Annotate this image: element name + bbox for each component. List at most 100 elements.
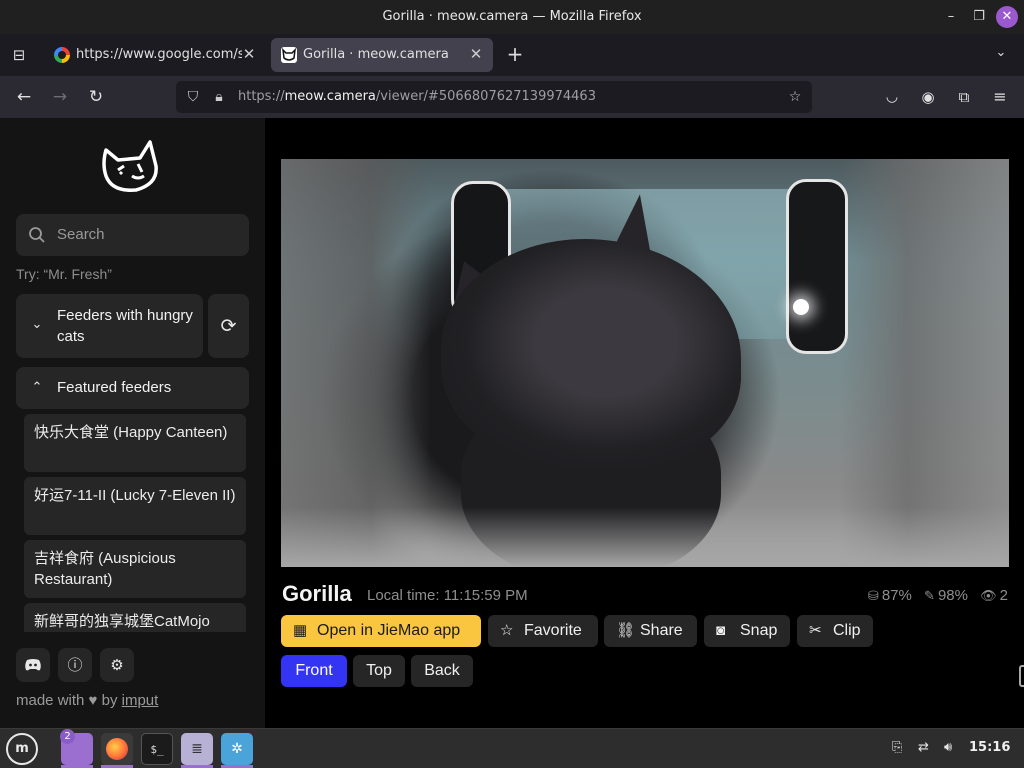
list-item[interactable]: 好运7-11-II (Lucky 7-Eleven II) bbox=[24, 477, 246, 535]
food-level-value: 87% bbox=[881, 587, 912, 604]
pocket-icon[interactable]: ◡ bbox=[881, 86, 903, 108]
snap-button[interactable]: ◙ Snap bbox=[704, 615, 790, 647]
star-icon: ☆ bbox=[500, 622, 514, 639]
favorite-label: Favorite bbox=[524, 622, 582, 639]
terminal-icon[interactable]: $_ bbox=[141, 733, 173, 765]
search-box[interactable]: Search bbox=[16, 214, 249, 256]
software-manager-icon[interactable]: ✲ bbox=[221, 733, 253, 765]
link-icon: ⛓ bbox=[616, 622, 636, 639]
view-back-button[interactable]: Back bbox=[411, 655, 473, 687]
search-placeholder[interactable]: Search bbox=[57, 226, 105, 243]
reload-icon[interactable]: ↻ bbox=[85, 86, 107, 108]
minimize-icon[interactable]: – bbox=[940, 6, 962, 28]
refresh-icon: ⟳ bbox=[220, 315, 237, 337]
imput-link[interactable]: imput bbox=[122, 692, 159, 709]
shield-icon[interactable]: ⛉ bbox=[184, 88, 202, 106]
battery-stat: ✎ 98% bbox=[924, 587, 968, 604]
camera-video-feed[interactable] bbox=[281, 159, 1009, 567]
tab-title: Gorilla · meow.camera bbox=[303, 47, 449, 62]
restore-icon[interactable]: ❐ bbox=[968, 6, 990, 28]
bookmark-star-icon[interactable]: ☆ bbox=[786, 88, 804, 106]
battery-icon: ✎ bbox=[924, 588, 935, 603]
tab-title: https://www.google.com/se bbox=[76, 47, 242, 62]
extensions-icon[interactable]: ⧉ bbox=[953, 86, 975, 108]
volume-tray-icon[interactable]: 🔊︎ bbox=[944, 740, 952, 755]
google-favicon-icon bbox=[54, 47, 70, 63]
navigation-bar: ← → ↻ ⛉ 🔒︎ https://meow.camera/viewer/#5… bbox=[0, 76, 1024, 118]
made-with-credit: made with ♥ by imput bbox=[16, 692, 158, 709]
camera-icon: ◙ bbox=[716, 622, 726, 639]
new-tab-icon[interactable]: + bbox=[504, 43, 526, 65]
url-text[interactable]: https://meow.camera/viewer/#506680762713… bbox=[238, 89, 596, 104]
network-tray-icon[interactable]: ⇄ bbox=[918, 740, 929, 755]
qr-code-icon: ▦ bbox=[293, 622, 308, 639]
forward-arrow-icon[interactable]: → bbox=[49, 86, 71, 108]
account-icon[interactable]: ◉ bbox=[917, 86, 939, 108]
share-button[interactable]: ⛓ Share bbox=[604, 615, 697, 647]
tab-list-icon[interactable]: ⊟ bbox=[10, 46, 28, 64]
close-tab-icon[interactable]: ✕ bbox=[467, 45, 485, 63]
share-label: Share bbox=[640, 622, 683, 639]
resize-handle[interactable] bbox=[1019, 665, 1024, 687]
chevron-down-icon[interactable]: ⌄ bbox=[992, 45, 1010, 63]
featured-feeders-label: Featured feeders bbox=[57, 379, 172, 396]
video-bowl-right bbox=[839, 159, 1009, 567]
lock-icon[interactable]: 🔒︎ bbox=[210, 88, 228, 106]
tab-google[interactable]: https://www.google.com/se ✕ bbox=[44, 38, 266, 72]
view-front-button[interactable]: Front bbox=[281, 655, 347, 687]
files-badge: 2 bbox=[60, 729, 75, 744]
favorite-button[interactable]: ☆ Favorite bbox=[488, 615, 598, 647]
close-tab-icon[interactable]: ✕ bbox=[240, 45, 258, 63]
hamburger-menu-icon[interactable]: ≡ bbox=[989, 86, 1011, 108]
screen: Gorilla · meow.camera — Mozilla Firefox … bbox=[0, 0, 1024, 768]
taskbar: m 2 $_ ≣ ✲ ⎘ ⇄ 🔊︎ 15:16 bbox=[0, 728, 1024, 768]
gear-icon[interactable]: ⚙ bbox=[100, 648, 134, 682]
url-bar[interactable]: ⛉ 🔒︎ https://meow.camera/viewer/#5066807… bbox=[176, 81, 812, 113]
viewers-value: 2 bbox=[999, 587, 1008, 604]
main-content: Gorilla Local time: 11:15:59 PM ⛁ 87% ✎ 98… bbox=[265, 118, 1024, 728]
url-path: /viewer/#5066807627139974463 bbox=[375, 89, 596, 104]
food-bag-icon: ⛁ bbox=[867, 588, 879, 603]
firefox-icon[interactable] bbox=[101, 733, 133, 765]
view-top-button[interactable]: Top bbox=[353, 655, 405, 687]
tab-bar: ⊟ https://www.google.com/se ✕ Gorilla · … bbox=[0, 34, 1024, 76]
tab-meow-camera[interactable]: Gorilla · meow.camera ✕ bbox=[271, 38, 493, 72]
clock[interactable]: 15:16 bbox=[969, 740, 1010, 755]
clipboard-tray-icon[interactable]: ⎘ bbox=[892, 740, 902, 755]
sidebar: Search Try: “Mr. Fresh” ⌄ Feeders with h… bbox=[0, 118, 265, 728]
video-light bbox=[793, 299, 809, 315]
made-with-text: made with bbox=[16, 692, 85, 709]
snap-label: Snap bbox=[740, 622, 778, 639]
viewers-stat: 👁︎ 2 bbox=[980, 587, 1008, 604]
clip-button[interactable]: ✂ Clip bbox=[797, 615, 873, 647]
hungry-feeders-accordion[interactable]: ⌄ Feeders with hungry cats bbox=[16, 294, 203, 358]
by-text: by bbox=[101, 692, 118, 709]
featured-feeders-accordion[interactable]: ⌃ Featured feeders bbox=[16, 367, 249, 409]
back-arrow-icon[interactable]: ← bbox=[13, 86, 35, 108]
local-time: Local time: 11:15:59 PM bbox=[367, 587, 528, 604]
search-hint: Try: “Mr. Fresh” bbox=[16, 266, 112, 282]
list-item[interactable]: 新鲜哥的独享城堡CatMojo bbox=[24, 603, 246, 632]
open-in-app-label: Open in JieMao app bbox=[317, 622, 461, 639]
list-item[interactable]: 快乐大食堂 (Happy Canteen) bbox=[24, 414, 246, 472]
text-editor-icon[interactable]: ≣ bbox=[181, 733, 213, 765]
url-host: meow.camera bbox=[284, 89, 376, 104]
video-window-right bbox=[786, 179, 848, 354]
start-menu-icon[interactable]: m bbox=[6, 733, 38, 765]
heart-icon: ♥ bbox=[88, 692, 98, 709]
refresh-button[interactable]: ⟳ bbox=[208, 294, 249, 358]
url-prefix: https:// bbox=[238, 89, 285, 104]
camera-name: Gorilla bbox=[282, 581, 352, 606]
featured-feeders-list[interactable]: 快乐大食堂 (Happy Canteen) 好运7-11-II (Lucky 7… bbox=[16, 414, 249, 632]
meow-camera-logo[interactable] bbox=[98, 136, 168, 194]
eye-icon: 👁︎ bbox=[980, 588, 997, 603]
chevron-up-icon: ⌃ bbox=[31, 379, 43, 394]
close-window-icon[interactable]: ✕ bbox=[996, 6, 1018, 28]
discord-icon[interactable] bbox=[16, 648, 50, 682]
info-icon[interactable]: ⓘ bbox=[58, 648, 92, 682]
open-in-app-button[interactable]: ▦ Open in JieMao app bbox=[281, 615, 481, 647]
list-item[interactable]: 吉祥食府 (Auspicious Restaurant) bbox=[24, 540, 246, 598]
video-bowl-left bbox=[281, 159, 431, 567]
hungry-feeders-label: Feeders with hungry cats bbox=[57, 307, 193, 345]
video-floor bbox=[281, 507, 1009, 567]
